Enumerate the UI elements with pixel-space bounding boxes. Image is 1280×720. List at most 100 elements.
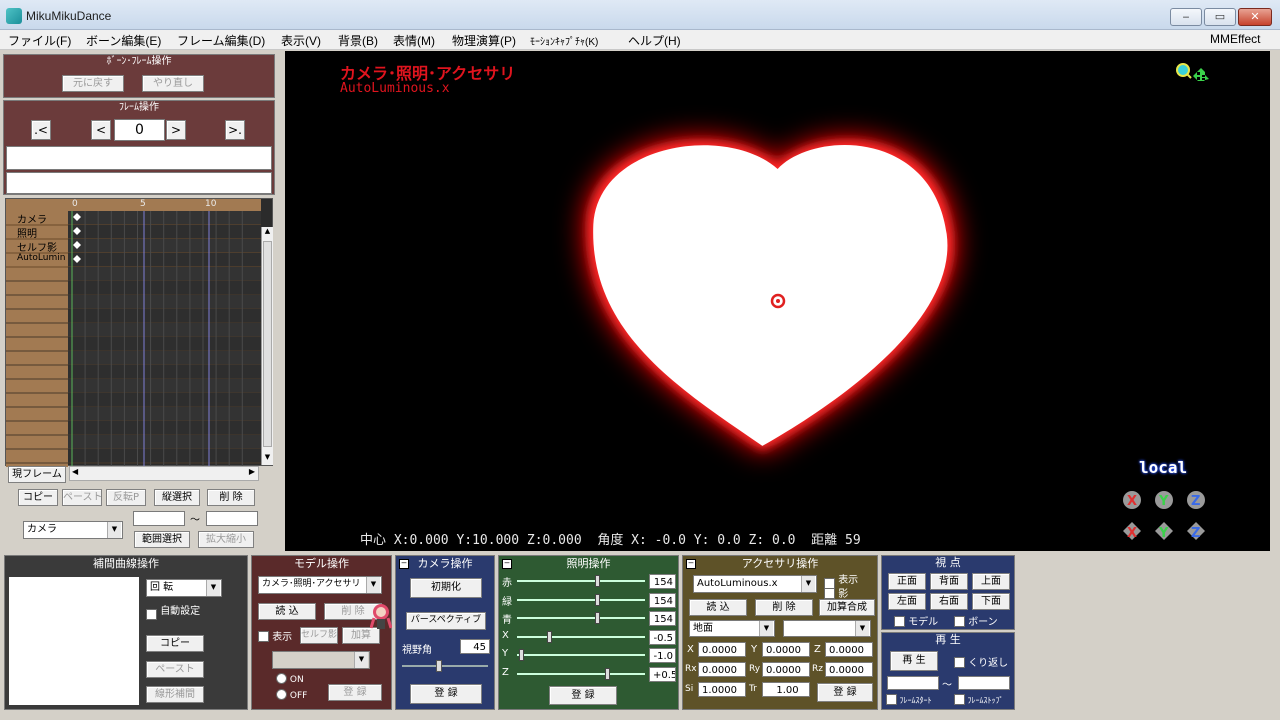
view-top-button[interactable]: 上面 bbox=[972, 573, 1010, 590]
bone-select-dropdown[interactable]: カメラ bbox=[23, 521, 123, 539]
model-select-dropdown[interactable]: カメラ･照明･アクセサリ bbox=[258, 576, 382, 594]
view-bottom-button[interactable]: 下面 bbox=[972, 593, 1010, 610]
light-value-5[interactable]: +0.5 bbox=[649, 666, 676, 682]
auto-set-checkbox[interactable]: ✓ 自動設定 bbox=[146, 602, 200, 620]
attach-target-dropdown[interactable]: 地面 bbox=[689, 620, 775, 637]
timeline-vscrollbar[interactable]: ▲ ▼ bbox=[261, 227, 273, 465]
frame-number-input[interactable]: 0 bbox=[114, 119, 165, 141]
track-self-shadow[interactable]: セルフ影 bbox=[17, 239, 57, 254]
off-radio[interactable]: OFF bbox=[276, 689, 307, 701]
view-front-button[interactable]: 正面 bbox=[888, 573, 926, 590]
view-back-button[interactable]: 背面 bbox=[930, 573, 968, 590]
pos-z-input[interactable]: 0.0000 bbox=[825, 642, 873, 657]
track-camera[interactable]: カメラ bbox=[17, 211, 47, 226]
scroll-thumb[interactable] bbox=[263, 241, 272, 447]
track-light[interactable]: 照明 bbox=[17, 225, 37, 240]
interp-type-dropdown[interactable]: 回 転 bbox=[146, 579, 222, 597]
light-slider-0[interactable] bbox=[517, 575, 645, 587]
accessory-delete-button[interactable]: 削 除 bbox=[755, 599, 813, 616]
scroll-down-icon[interactable]: ▼ bbox=[262, 453, 273, 465]
scroll-up-icon[interactable]: ▲ bbox=[262, 227, 273, 239]
perspective-button[interactable]: パースペクティブ bbox=[406, 612, 486, 630]
attach-bone-dropdown[interactable] bbox=[783, 620, 871, 637]
play-start-input[interactable] bbox=[887, 676, 939, 690]
transparency-input[interactable]: 1.00 bbox=[762, 682, 810, 697]
light-slider-1[interactable] bbox=[517, 593, 645, 606]
close-button[interactable]: ✕ bbox=[1238, 8, 1272, 26]
menu-physics[interactable]: 物理演算(P) bbox=[452, 32, 516, 49]
self-shadow-button[interactable]: セルフ影 bbox=[300, 627, 338, 644]
accessory-collapse-icon[interactable]: ‒ bbox=[686, 559, 696, 569]
menu-mmeffect[interactable]: MMEffect bbox=[1210, 32, 1260, 46]
accessory-select-dropdown[interactable]: AutoLuminous.x bbox=[693, 575, 817, 593]
light-value-4[interactable]: -1.0 bbox=[649, 648, 676, 663]
play-button[interactable]: 再 生 bbox=[890, 651, 938, 671]
view-model-checkbox[interactable]: モデル bbox=[894, 613, 938, 628]
view-right-button[interactable]: 右面 bbox=[930, 593, 968, 610]
menu-frame-edit[interactable]: フレーム編集(D) bbox=[177, 32, 265, 49]
view-left-button[interactable]: 左面 bbox=[888, 593, 926, 610]
light-value-3[interactable]: -0.5 bbox=[649, 629, 676, 645]
redo-button[interactable]: やり直し bbox=[142, 75, 204, 92]
scroll-right-icon[interactable]: ▶ bbox=[249, 467, 255, 476]
camera-collapse-icon[interactable]: ‒ bbox=[399, 559, 409, 569]
menu-file[interactable]: ファイル(F) bbox=[8, 32, 71, 49]
copy-button[interactable]: コピー bbox=[18, 489, 58, 506]
light-slider-4[interactable] bbox=[517, 649, 645, 661]
scale-button[interactable]: 拡大縮小 bbox=[198, 531, 254, 548]
maximize-button[interactable]: ▭ bbox=[1204, 8, 1236, 26]
light-value-2[interactable]: 154 bbox=[649, 611, 676, 626]
frame-start-checkbox[interactable]: ﾌﾚｰﾑｽﾀｰﾄ bbox=[886, 694, 932, 706]
play-end-input[interactable] bbox=[958, 676, 1010, 690]
range-select-button[interactable]: 範囲選択 bbox=[134, 531, 190, 548]
view-bone-checkbox[interactable]: ボーン bbox=[954, 613, 998, 628]
menu-view[interactable]: 表示(V) bbox=[281, 32, 321, 49]
light-collapse-icon[interactable]: ‒ bbox=[502, 559, 512, 569]
timeline-hscrollbar[interactable]: ◀ ▶ bbox=[69, 466, 259, 481]
fov-slider[interactable] bbox=[402, 660, 488, 672]
linear-interp-button[interactable]: 線形補間 bbox=[146, 686, 204, 703]
light-slider-5[interactable] bbox=[517, 667, 645, 680]
accessory-load-button[interactable]: 読 込 bbox=[689, 599, 747, 616]
on-radio[interactable]: ON bbox=[276, 673, 304, 685]
light-value-1[interactable]: 154 bbox=[649, 592, 676, 608]
range-start-input[interactable] bbox=[133, 511, 185, 526]
delete-frames-button[interactable]: 削 除 bbox=[207, 489, 255, 506]
loop-checkbox[interactable]: くり返し bbox=[954, 654, 1008, 669]
vertical-select-button[interactable]: 縦選択 bbox=[154, 489, 200, 506]
menu-help[interactable]: ヘルプ(H) bbox=[628, 32, 681, 49]
accessory-shadow-checkbox[interactable]: 影 bbox=[824, 585, 848, 600]
model-register-button[interactable]: 登 録 bbox=[328, 684, 382, 701]
interp-copy-button[interactable]: コピー bbox=[146, 635, 204, 652]
menu-background[interactable]: 背景(B) bbox=[338, 32, 378, 49]
next-frame-button[interactable]: > bbox=[166, 120, 186, 140]
camera-register-button[interactable]: 登 録 bbox=[410, 684, 482, 704]
current-frame-button[interactable]: 現フレーム bbox=[8, 466, 66, 483]
minimize-button[interactable]: ‒ bbox=[1170, 8, 1202, 26]
rot-z-input[interactable]: 0.0000 bbox=[825, 662, 873, 677]
fov-input[interactable]: 45 bbox=[460, 639, 490, 654]
camera-reset-button[interactable]: 初期化 bbox=[410, 578, 482, 598]
scale-input[interactable]: 1.0000 bbox=[698, 682, 746, 697]
3d-viewport[interactable]: カメラ･照明･アクセサリ AutoLuminous.x 中心 X:0.000 Y… bbox=[285, 51, 1270, 551]
invert-paste-button[interactable]: 反転P bbox=[106, 489, 146, 506]
light-value-0[interactable]: 154 bbox=[649, 574, 676, 589]
add-blend-button[interactable]: 加算合成 bbox=[819, 599, 875, 616]
paste-button[interactable]: ペースト bbox=[62, 489, 103, 506]
light-register-button[interactable]: 登 録 bbox=[549, 686, 617, 705]
last-frame-button[interactable]: >. bbox=[225, 120, 245, 140]
undo-button[interactable]: 元に戻す bbox=[62, 75, 124, 92]
pos-x-input[interactable]: 0.0000 bbox=[698, 642, 746, 657]
axis-gizmo[interactable]: X Y Z X Y Z bbox=[1118, 489, 1208, 549]
rot-x-input[interactable]: 0.0000 bbox=[698, 662, 746, 677]
accessory-register-button[interactable]: 登 録 bbox=[817, 683, 873, 702]
bone-attach-dropdown[interactable] bbox=[272, 651, 370, 669]
interp-paste-button[interactable]: ペースト bbox=[146, 661, 204, 678]
light-slider-2[interactable] bbox=[517, 612, 645, 624]
model-show-checkbox[interactable]: 表示 bbox=[258, 628, 292, 643]
menu-expression[interactable]: 表情(M) bbox=[393, 32, 435, 49]
menu-bone-edit[interactable]: ボーン編集(E) bbox=[86, 32, 161, 49]
frame-stop-checkbox[interactable]: ﾌﾚｰﾑｽﾄｯﾌﾟ bbox=[954, 694, 1004, 706]
prev-frame-button[interactable]: < bbox=[91, 120, 111, 140]
model-load-button[interactable]: 読 込 bbox=[258, 603, 316, 620]
